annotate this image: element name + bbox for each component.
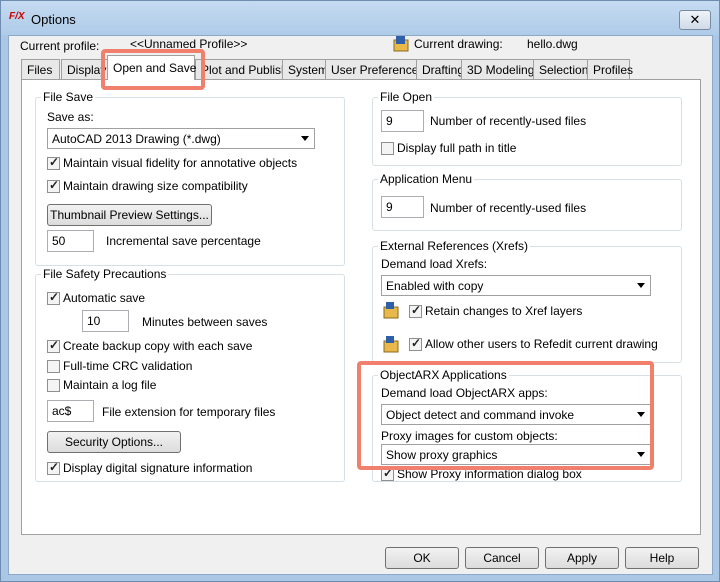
close-button[interactable]: ✕ (679, 10, 711, 30)
thumbnail-preview-button[interactable]: Thumbnail Preview Settings... (47, 204, 212, 226)
xrefs-group: External References (Xrefs) Demand load … (372, 239, 682, 363)
full-path-checkbox[interactable] (381, 142, 394, 155)
menu-recent-files-input[interactable]: 9 (381, 196, 424, 218)
log-file-checkbox[interactable] (47, 379, 60, 392)
retain-xref-label: Retain changes to Xref layers (425, 304, 583, 318)
demand-load-xrefs-label: Demand load Xrefs: (381, 257, 488, 271)
incremental-save-input[interactable]: 50 (47, 230, 94, 252)
objectarx-highlight-box (357, 361, 654, 470)
title-bar: F/X Options ✕ (1, 1, 719, 35)
refedit-icon (383, 336, 399, 353)
minutes-label: Minutes between saves (142, 315, 268, 329)
tab-drafting[interactable]: Drafting (416, 59, 464, 79)
log-file-label: Maintain a log file (63, 378, 157, 392)
crc-checkbox[interactable] (47, 360, 60, 373)
tab-3d-modeling[interactable]: 3D Modeling (461, 59, 534, 79)
crc-label: Full-time CRC validation (63, 359, 193, 373)
xref-layer-icon (383, 302, 399, 319)
backup-checkbox[interactable] (47, 338, 60, 353)
chevron-down-icon (301, 136, 309, 141)
automatic-save-label: Automatic save (63, 291, 146, 305)
full-path-label: Display full path in title (397, 141, 517, 155)
current-profile-label: Current profile: (20, 39, 100, 53)
tab-plot-and-publish[interactable]: Plot and Publish (195, 59, 288, 79)
backup-label: Create backup copy with each save (63, 339, 253, 353)
file-save-group: File Save Save as: AutoCAD 2013 Drawing … (35, 90, 345, 266)
tab-user-preferences[interactable]: User Preferences (325, 59, 424, 79)
drawing-file-icon (393, 36, 409, 52)
minutes-input[interactable]: 10 (82, 310, 129, 332)
tab-profiles[interactable]: Profiles (587, 59, 633, 79)
retain-xref-checkbox[interactable] (409, 303, 422, 318)
tab-files[interactable]: Files (21, 59, 60, 79)
demand-load-xrefs-value: Enabled with copy (386, 279, 484, 293)
save-as-value: AutoCAD 2013 Drawing (*.dwg) (52, 132, 221, 146)
digital-signature-label: Display digital signature information (63, 461, 253, 475)
demand-load-xrefs-select[interactable]: Enabled with copy (381, 275, 651, 296)
recent-files-label: Number of recently-used files (430, 114, 587, 128)
temp-extension-input[interactable]: ac$ (47, 400, 94, 422)
cancel-button[interactable]: Cancel (465, 547, 539, 569)
file-save-title: File Save (41, 90, 96, 104)
security-options-button[interactable]: Security Options... (47, 431, 181, 453)
application-menu-group: Application Menu 9 Number of recently-us… (372, 172, 682, 231)
help-button[interactable]: Help (625, 547, 699, 569)
refedit-checkbox[interactable] (409, 336, 422, 351)
save-as-select[interactable]: AutoCAD 2013 Drawing (*.dwg) (47, 128, 315, 149)
refedit-label: Allow other users to Refedit current dra… (425, 337, 658, 351)
dialog-body: Current profile: <<Unnamed Profile>> Cur… (8, 35, 713, 575)
application-menu-title: Application Menu (378, 172, 475, 186)
window-title: Options (31, 12, 76, 27)
visual-fidelity-checkbox[interactable] (47, 155, 60, 170)
file-open-group: File Open 9 Number of recently-used file… (372, 90, 682, 166)
chevron-down-icon (637, 283, 645, 288)
tab-selection[interactable]: Selection (533, 59, 588, 79)
apply-button[interactable]: Apply (545, 547, 619, 569)
temp-extension-label: File extension for temporary files (102, 405, 276, 419)
options-window: F/X Options ✕ Current profile: <<Unnamed… (0, 0, 720, 582)
tab-system[interactable]: System (282, 59, 328, 79)
current-drawing-label: Current drawing: (414, 37, 503, 51)
size-compat-checkbox[interactable] (47, 178, 60, 193)
current-drawing-value: hello.dwg (527, 37, 578, 51)
automatic-save-checkbox[interactable] (47, 290, 60, 305)
size-compat-label: Maintain drawing size compatibility (63, 179, 248, 193)
save-as-label: Save as: (47, 110, 94, 124)
visual-fidelity-label: Maintain visual fidelity for annotative … (63, 156, 298, 170)
digital-signature-checkbox[interactable] (47, 460, 60, 475)
app-logo-icon: F/X (9, 11, 25, 22)
ok-button[interactable]: OK (385, 547, 459, 569)
menu-recent-files-label: Number of recently-used files (430, 201, 587, 215)
file-open-title: File Open (378, 90, 435, 104)
file-safety-group: File Safety Precautions Automatic save 1… (35, 267, 345, 482)
recent-files-input[interactable]: 9 (381, 110, 424, 132)
tab-highlight-box (101, 49, 205, 90)
file-safety-title: File Safety Precautions (41, 267, 169, 281)
xrefs-title: External References (Xrefs) (378, 239, 531, 253)
incremental-save-label: Incremental save percentage (106, 234, 261, 248)
